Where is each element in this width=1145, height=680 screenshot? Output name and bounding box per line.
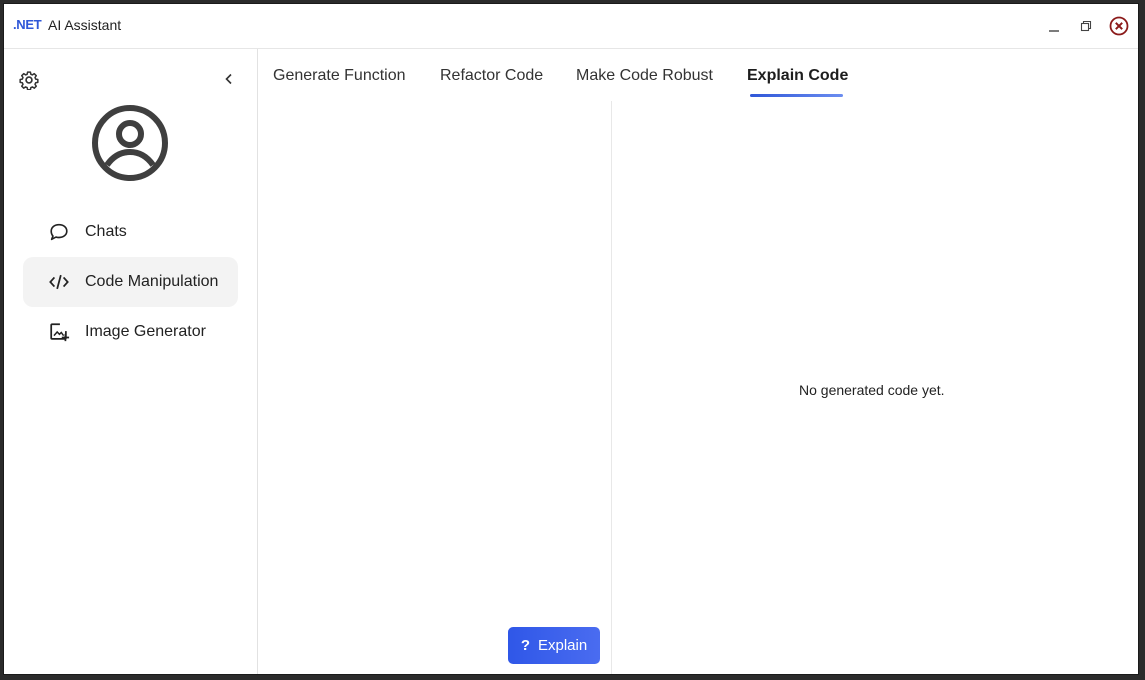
user-circle-icon — [92, 105, 168, 181]
tab-explain-code[interactable]: Explain Code — [747, 67, 848, 85]
close-icon — [1109, 16, 1129, 36]
settings-button[interactable] — [19, 70, 39, 91]
tab-refactor-code[interactable]: Refactor Code — [440, 67, 543, 85]
collapse-sidebar-button[interactable] — [220, 69, 238, 89]
sidebar: Chats Code Manipulation Image Generator — [4, 49, 258, 674]
restore-icon — [1080, 20, 1092, 32]
active-tab-indicator — [750, 94, 843, 97]
chat-bubble-icon — [47, 220, 71, 244]
main-panel: Generate Function Refactor Code Make Cod… — [258, 49, 1138, 674]
pane-divider[interactable] — [611, 101, 612, 674]
dotnet-logo: .NET — [13, 17, 42, 32]
sidebar-item-label: Image Generator — [85, 323, 206, 340]
avatar — [90, 103, 170, 183]
output-placeholder: No generated code yet. — [799, 382, 945, 398]
image-add-icon — [47, 320, 71, 344]
sidebar-item-chats[interactable]: Chats — [23, 207, 238, 257]
explain-button-label: Explain — [537, 637, 588, 654]
restore-button[interactable] — [1076, 16, 1096, 36]
sidebar-item-label: Chats — [85, 223, 127, 240]
minimize-icon — [1049, 30, 1059, 32]
question-icon: ? — [520, 637, 530, 654]
sidebar-item-code-manipulation[interactable]: Code Manipulation — [23, 257, 238, 307]
code-icon — [47, 270, 71, 294]
sidebar-item-image-generator[interactable]: Image Generator — [23, 307, 238, 357]
tab-bar: Generate Function Refactor Code Make Cod… — [258, 49, 1138, 101]
gear-icon — [19, 71, 39, 91]
sidebar-item-label: Code Manipulation — [85, 273, 219, 290]
app-window: .NET AI Assistant Chats Code Manipulatio… — [4, 4, 1138, 674]
tab-generate-function[interactable]: Generate Function — [273, 67, 406, 85]
explain-button[interactable]: ? Explain — [508, 627, 600, 664]
sidebar-nav: Chats Code Manipulation Image Generator — [23, 207, 238, 357]
chevron-left-icon — [225, 73, 232, 85]
minimize-button[interactable] — [1044, 16, 1064, 36]
tab-make-code-robust[interactable]: Make Code Robust — [576, 67, 713, 85]
code-input-pane[interactable] — [258, 101, 611, 674]
app-title: AI Assistant — [48, 17, 122, 33]
close-button[interactable] — [1109, 16, 1129, 36]
title-bar: .NET AI Assistant — [4, 4, 1138, 49]
